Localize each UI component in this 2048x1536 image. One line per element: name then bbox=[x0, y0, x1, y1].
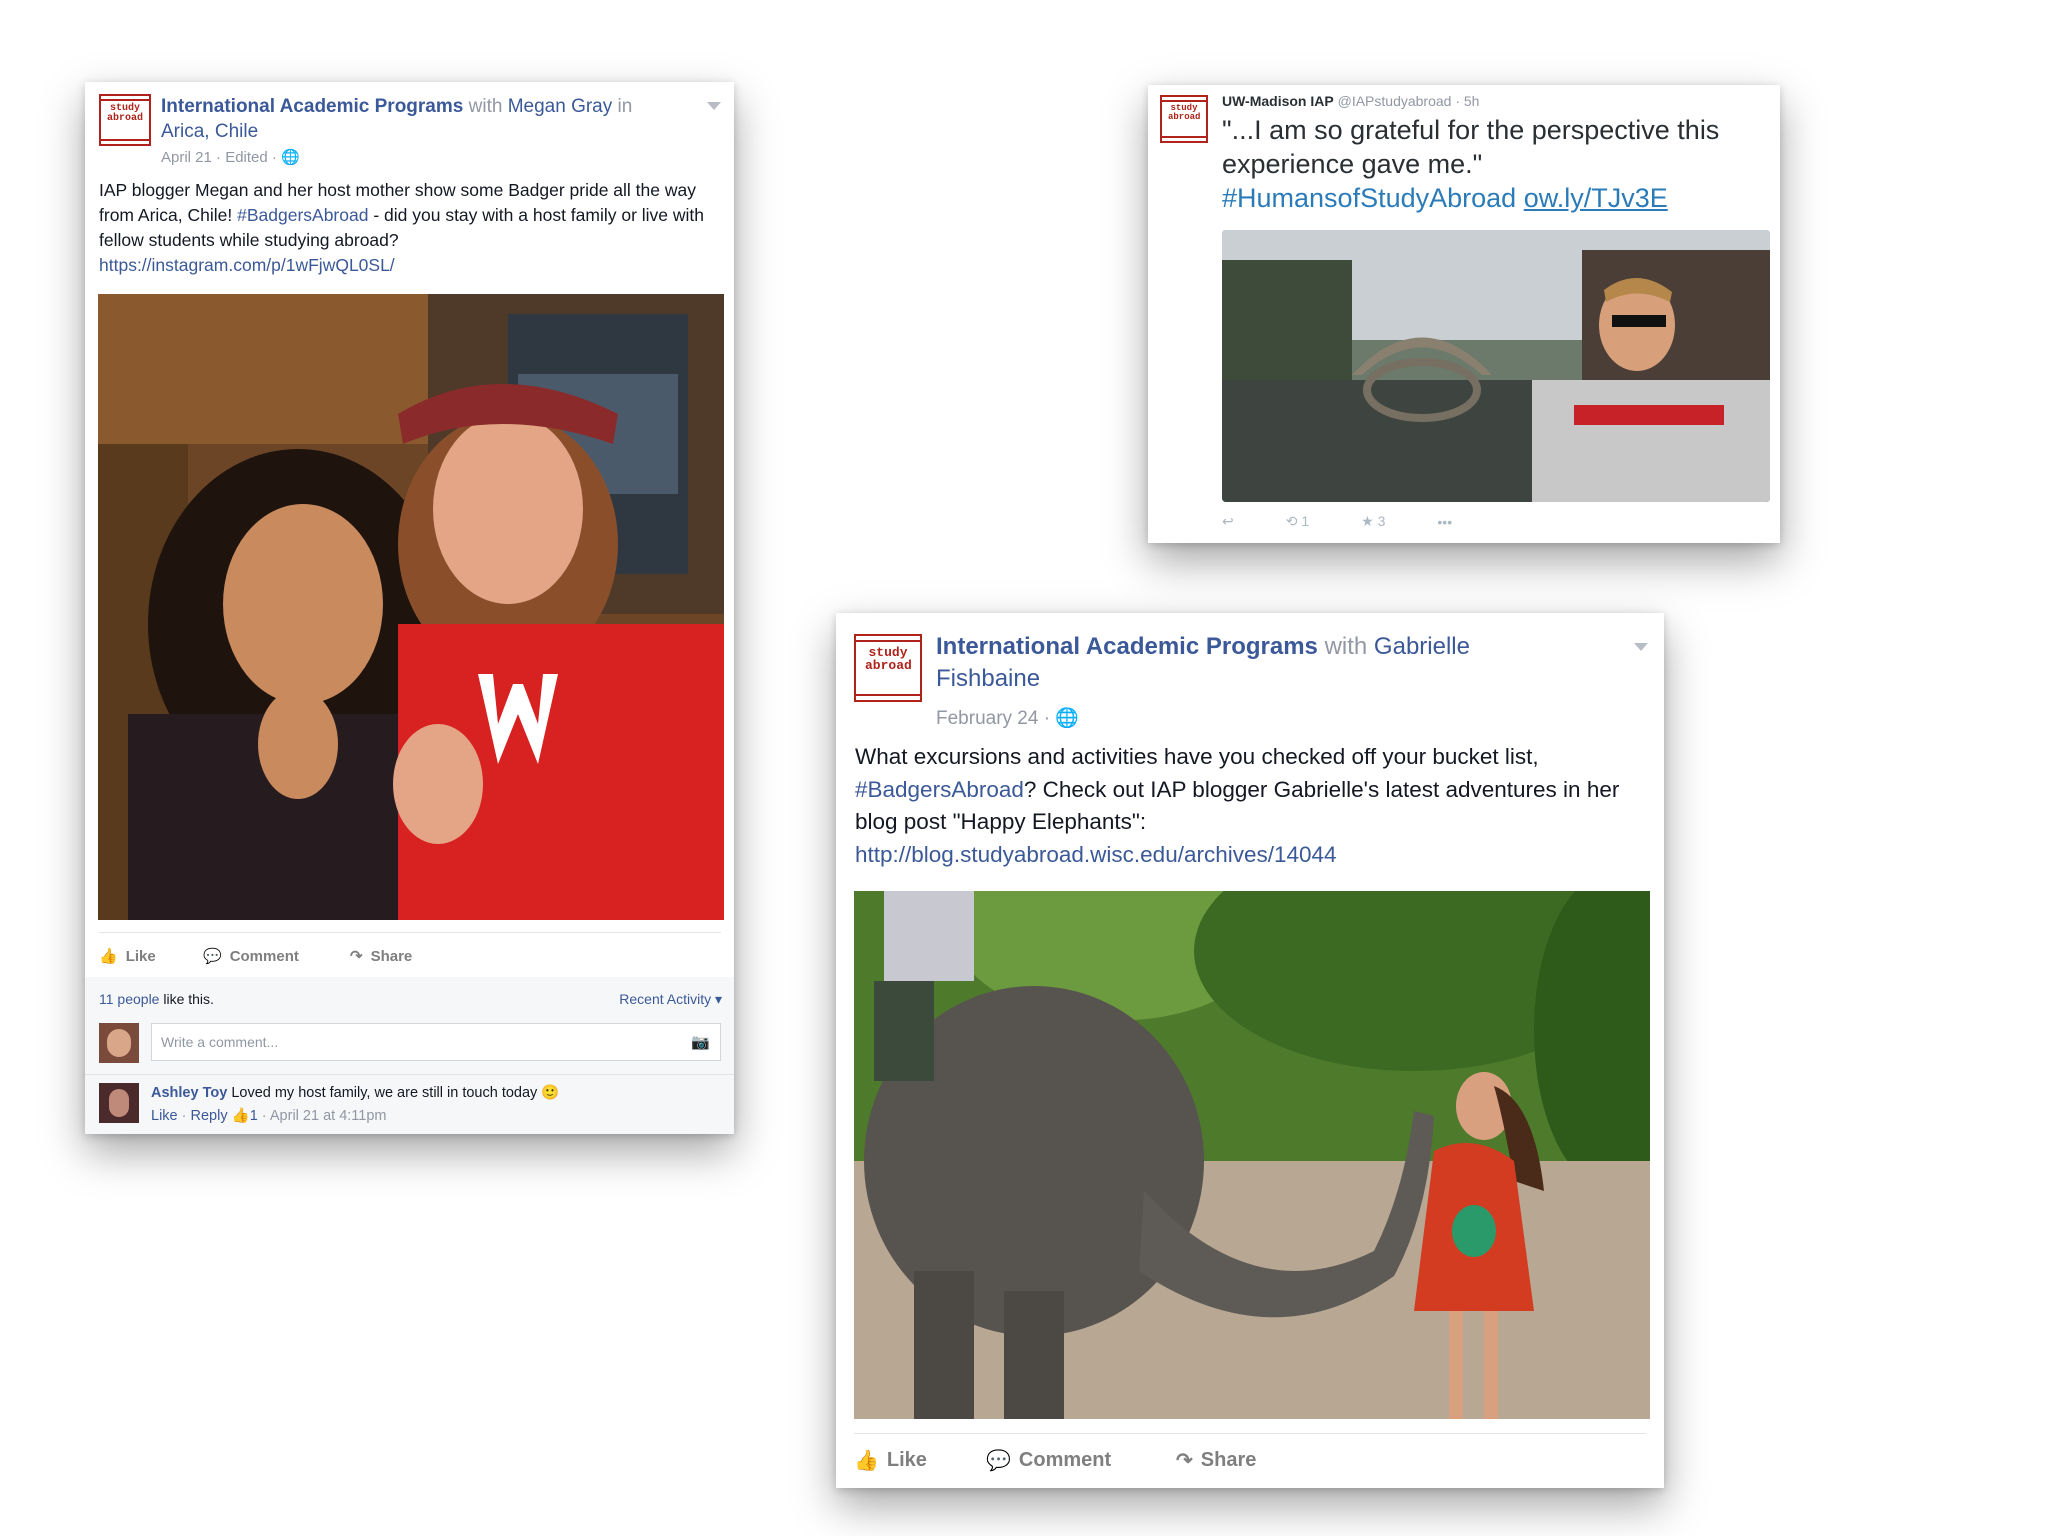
location-link[interactable]: Arica, Chile bbox=[161, 121, 258, 142]
comment-label: Comment bbox=[229, 947, 299, 965]
avatar[interactable] bbox=[99, 1023, 139, 1063]
ufi-panel: 11 people like this. Recent Activity ▾ W… bbox=[85, 977, 734, 1134]
tweet-actions: ↩ ⟲ 1 ★ 3 ••• bbox=[1222, 513, 1452, 530]
with-text: with bbox=[1324, 633, 1368, 660]
camera-icon[interactable]: 📷 bbox=[691, 1033, 710, 1051]
post-header: International Academic Programs with Gab… bbox=[936, 631, 1586, 695]
retweet-button[interactable]: ⟲ 1 bbox=[1286, 513, 1309, 530]
comment-author-link[interactable]: Ashley Toy bbox=[151, 1085, 227, 1101]
page-name-link[interactable]: International Academic Programs bbox=[936, 633, 1318, 660]
like-button[interactable]: 👍 Like bbox=[99, 947, 156, 966]
globe-icon: 🌐 bbox=[281, 149, 300, 166]
comment-label: Comment bbox=[1018, 1449, 1112, 1471]
favorite-count: 3 bbox=[1377, 513, 1386, 529]
retweet-icon: ⟲ bbox=[1285, 513, 1298, 529]
like-button[interactable]: 👍 Like bbox=[854, 1448, 927, 1473]
like-label: Like bbox=[125, 947, 156, 965]
study-abroad-logo[interactable]: study abroad bbox=[99, 94, 151, 146]
comment-like-link[interactable]: Like bbox=[151, 1108, 178, 1124]
globe-icon: 🌐 bbox=[1055, 708, 1079, 729]
post-body: IAP blogger Megan and her host mother sh… bbox=[99, 178, 723, 278]
chevron-down-icon[interactable] bbox=[707, 102, 721, 110]
post-body: What excursions and activities have you … bbox=[855, 741, 1645, 871]
comment-reply-link[interactable]: Reply bbox=[191, 1108, 228, 1124]
instagram-link[interactable]: https://instagram.com/p/1wFjwQL0SL/ bbox=[99, 255, 395, 275]
comment-time[interactable]: April 21 at 4:11pm bbox=[270, 1108, 387, 1124]
comment-text: Loved my host family, we are still in to… bbox=[231, 1085, 538, 1101]
tweet-quote: "...I am so grateful for the perspective… bbox=[1222, 115, 1720, 179]
share-button[interactable]: ↷ Share bbox=[350, 947, 413, 966]
recent-activity-dropdown[interactable]: Recent Activity ▾ bbox=[619, 991, 722, 1008]
post-meta: February 24 · 🌐 bbox=[936, 706, 1079, 730]
comment-input[interactable]: Write a comment... 📷 bbox=[151, 1023, 721, 1061]
post-date: April 21 · Edited · bbox=[161, 149, 277, 166]
hashtag-link[interactable]: #BadgersAbroad bbox=[855, 777, 1024, 802]
post-meta: April 21 · Edited · 🌐 bbox=[161, 148, 300, 166]
host-family-photo bbox=[98, 294, 724, 920]
retweet-count: 1 bbox=[1301, 513, 1310, 529]
post-photo[interactable] bbox=[98, 294, 724, 920]
post-date: February 24 · bbox=[936, 708, 1051, 729]
share-icon: ↷ bbox=[1176, 1450, 1193, 1472]
likes-rest: like this. bbox=[159, 991, 214, 1007]
comment-button[interactable]: 💬 Comment bbox=[986, 1448, 1111, 1473]
hashtag-link[interactable]: #BadgersAbroad bbox=[237, 205, 368, 225]
likes-summary: 11 people like this. bbox=[99, 991, 214, 1007]
share-icon: ↷ bbox=[350, 948, 363, 965]
bridge-photo bbox=[1222, 230, 1770, 502]
tweet-hashtag-link[interactable]: #HumansofStudyAbroad bbox=[1222, 183, 1516, 213]
reply-icon[interactable]: ↩ bbox=[1222, 513, 1234, 530]
thumbs-up-icon: 👍 bbox=[99, 948, 118, 965]
comment-button[interactable]: 💬 Comment bbox=[203, 947, 299, 966]
blog-link[interactable]: http://blog.studyabroad.wisc.edu/archive… bbox=[855, 842, 1337, 867]
tagged-person-link[interactable]: Megan Gray bbox=[508, 96, 613, 117]
smile-emoji-icon: 🙂 bbox=[541, 1085, 560, 1101]
share-label: Share bbox=[1200, 1449, 1257, 1471]
thumbs-up-icon: 👍 bbox=[231, 1108, 250, 1124]
share-label: Share bbox=[370, 947, 413, 965]
more-icon[interactable]: ••• bbox=[1437, 514, 1452, 530]
tweet-text: "...I am so grateful for the perspective… bbox=[1222, 113, 1772, 215]
elephant-photo bbox=[854, 891, 1650, 1419]
likes-count-link[interactable]: 11 people bbox=[99, 991, 159, 1007]
tweet-author-name[interactable]: UW-Madison IAP bbox=[1222, 93, 1334, 109]
post-photo[interactable] bbox=[854, 891, 1650, 1419]
like-label: Like bbox=[886, 1449, 927, 1471]
in-text: in bbox=[617, 96, 633, 117]
tweet-card: study abroad UW-Madison IAP @IAPstudyabr… bbox=[1148, 85, 1780, 543]
chevron-down-icon[interactable] bbox=[1634, 643, 1648, 651]
page-name-link[interactable]: International Academic Programs bbox=[161, 96, 463, 117]
commenter-avatar[interactable] bbox=[99, 1083, 139, 1123]
comment-icon: 💬 bbox=[203, 948, 222, 965]
share-button[interactable]: ↷ Share bbox=[1176, 1448, 1256, 1473]
with-text: with bbox=[468, 96, 503, 117]
post-header: International Academic Programs with Meg… bbox=[161, 94, 661, 144]
comment-placeholder: Write a comment... bbox=[161, 1034, 279, 1050]
tweet-short-link[interactable]: ow.ly/TJv3E bbox=[1524, 183, 1668, 213]
tagged-person-last-link[interactable]: Fishbaine bbox=[936, 665, 1040, 692]
thumbs-up-icon: 👍 bbox=[854, 1450, 879, 1472]
star-icon: ★ bbox=[1361, 513, 1374, 529]
tweet-handle[interactable]: @IAPstudyabroad bbox=[1338, 93, 1452, 109]
study-abroad-logo[interactable]: study abroad bbox=[854, 634, 922, 702]
tweet-header: UW-Madison IAP @IAPstudyabroad · 5h bbox=[1222, 93, 1479, 109]
favorite-button[interactable]: ★ 3 bbox=[1361, 513, 1385, 530]
tweet-photo[interactable] bbox=[1222, 230, 1770, 502]
facebook-post-megan: study abroad International Academic Prog… bbox=[85, 82, 734, 1134]
post-text: What excursions and activities have you … bbox=[855, 744, 1539, 769]
comment-likes-count[interactable]: 1 bbox=[250, 1108, 258, 1124]
comment-icon: 💬 bbox=[986, 1450, 1011, 1472]
comment-item: Ashley Toy Loved my host family, we are … bbox=[151, 1085, 560, 1124]
facebook-post-gabrielle: study abroad International Academic Prog… bbox=[836, 613, 1664, 1488]
study-abroad-logo[interactable]: study abroad bbox=[1160, 95, 1208, 143]
tagged-person-link[interactable]: Gabrielle bbox=[1374, 633, 1470, 660]
tweet-time[interactable]: · 5h bbox=[1455, 93, 1479, 109]
